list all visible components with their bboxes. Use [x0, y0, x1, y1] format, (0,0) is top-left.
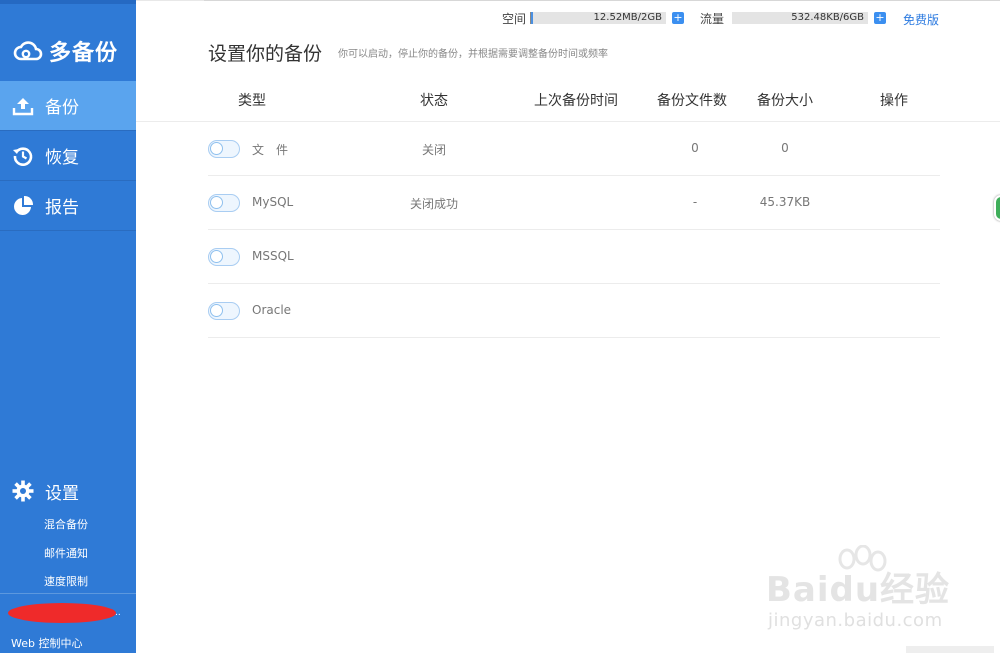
space-usage-fill [531, 12, 534, 24]
username-suffix: .. [115, 608, 121, 618]
cloud-logo-icon [13, 41, 43, 61]
space-usage-value: 12.52MB/2GB [593, 12, 663, 23]
top-border [204, 0, 1000, 1]
settings-hybrid-backup-link[interactable]: 混合备份 [44, 516, 88, 532]
add-traffic-button[interactable]: + [874, 12, 887, 24]
row-type: MSSQL [252, 249, 294, 263]
sidebar: 多备份 备份 恢复 报告 设置 混合备份 邮件通知 速度限制 .. Web 控制… [0, 0, 136, 653]
settings-heading[interactable]: 设置 [12, 478, 79, 504]
add-space-button[interactable]: + [672, 12, 685, 24]
column-header-actions: 操作 [880, 93, 908, 109]
page-title: 设置你的备份 [208, 43, 323, 65]
row-size: 45.37KB [759, 195, 811, 209]
plan-link[interactable]: 免费版 [903, 11, 939, 28]
web-console-link[interactable]: Web 控制中心 [11, 635, 82, 651]
column-header-file-count: 备份文件数 [657, 93, 727, 109]
space-label: 空间 [502, 11, 527, 26]
sidebar-item-label: 备份 [45, 98, 79, 118]
settings-email-notify-link[interactable]: 邮件通知 [44, 545, 88, 561]
column-header-last-time: 上次备份时间 [534, 93, 618, 109]
traffic-label: 流量 [700, 11, 725, 26]
logo-text: 多备份 [49, 41, 119, 66]
toggle-knob [210, 142, 223, 155]
backup-toggle[interactable] [208, 302, 240, 320]
traffic-usage-bar: 532.48KB/6GB [732, 12, 869, 24]
backup-toggle[interactable] [208, 140, 240, 158]
settings-speed-limit-link[interactable]: 速度限制 [44, 573, 88, 589]
sidebar-item-backup[interactable]: 备份 [0, 81, 136, 131]
toggle-knob [210, 304, 223, 317]
table-row: Oracle [208, 284, 940, 338]
space-usage-bar: 12.52MB/2GB [530, 12, 667, 24]
page-subtitle: 你可以启动，停止你的备份，并根据需要调整备份时间或频率 [338, 49, 608, 60]
table-row: MySQL 关闭成功 - 45.37KB [208, 176, 940, 230]
sidebar-item-report[interactable]: 报告 [0, 181, 136, 231]
traffic-quota: 流量 532.48KB/6GB + [700, 10, 887, 26]
row-type: 文 件 [252, 143, 289, 157]
gear-icon [12, 480, 34, 502]
column-header-size: 备份大小 [757, 93, 813, 109]
row-file-count: 0 [691, 141, 699, 155]
row-type: Oracle [252, 303, 292, 317]
space-quota: 空间 12.52MB/2GB + [502, 10, 685, 26]
floating-help-button[interactable] [994, 195, 1000, 221]
upload-icon [12, 95, 34, 117]
row-file-count: - [692, 195, 698, 209]
column-header-status: 状态 [420, 93, 448, 109]
table-row: 文 件 关闭 0 0 [208, 122, 940, 176]
top-border-left [136, 0, 204, 1]
watermark-brand: Baidu经验 [766, 570, 951, 610]
backup-toggle[interactable] [208, 194, 240, 212]
toggle-knob [210, 250, 223, 263]
row-status: 关闭成功 [409, 197, 458, 211]
sidebar-item-label: 恢复 [45, 148, 79, 168]
sidebar-item-restore[interactable]: 恢复 [0, 131, 136, 181]
traffic-usage-value: 532.48KB/6GB [791, 12, 865, 23]
table-row: MSSQL [208, 230, 940, 284]
row-status: 关闭 [421, 143, 446, 157]
redacted-username[interactable] [8, 603, 116, 623]
row-type: MySQL [252, 195, 294, 209]
row-size: 0 [781, 141, 789, 155]
settings-label: 设置 [45, 483, 79, 504]
toggle-knob [210, 196, 223, 209]
column-header-type: 类型 [238, 93, 266, 109]
sidebar-top-strip [0, 0, 136, 4]
bottom-status-chip [906, 646, 994, 653]
watermark-url: jingyan.baidu.com [768, 610, 943, 631]
app-logo[interactable]: 多备份 [12, 36, 118, 66]
pie-chart-icon [12, 195, 34, 217]
backup-toggle[interactable] [208, 248, 240, 266]
history-icon [12, 145, 34, 167]
sidebar-divider [0, 593, 136, 594]
sidebar-item-label: 报告 [45, 198, 79, 218]
